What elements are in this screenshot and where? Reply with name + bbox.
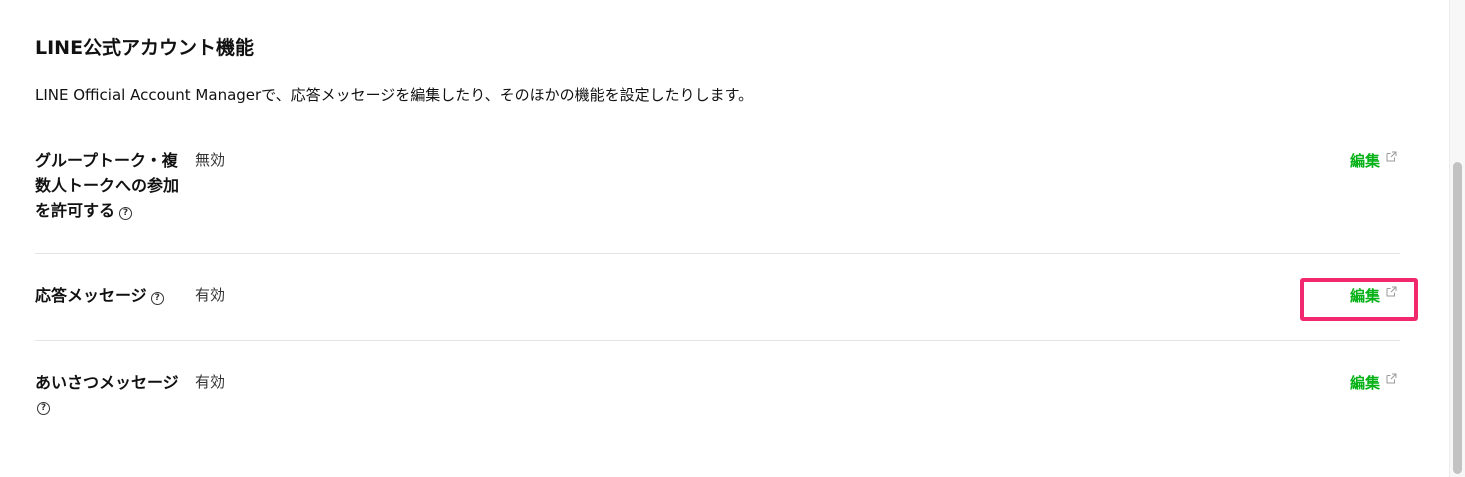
setting-label-text: 応答メッセージ <box>35 286 147 305</box>
row-divider <box>35 340 1400 341</box>
setting-label-line: グループトーク・複 <box>35 151 178 170</box>
setting-value-greeting: 有効 <box>195 373 226 391</box>
setting-label-line: 数人トークへの参加 <box>35 176 180 195</box>
edit-link-group-talk[interactable]: 編集 <box>1350 148 1397 173</box>
setting-label-line: を許可する <box>35 201 116 220</box>
setting-label-greeting: あいさつメッセージ ? <box>35 370 195 415</box>
question-circle-icon[interactable]: ? <box>37 402 50 415</box>
question-circle-icon[interactable]: ? <box>150 292 164 305</box>
setting-label-text: あいさつメッセージ <box>35 373 179 392</box>
edit-link-label: 編集 <box>1349 152 1380 170</box>
setting-value-auto-reply: 有効 <box>195 286 226 304</box>
question-circle-icon[interactable]: ? <box>119 207 133 220</box>
edit-link-greeting[interactable]: 編集 <box>1350 370 1397 395</box>
highlight-box <box>1300 278 1418 321</box>
scrollbar-thumb[interactable] <box>1453 162 1462 474</box>
row-divider <box>35 253 1400 254</box>
setting-label-group-talk: グループトーク・複 数人トークへの参加 を許可する? <box>35 148 183 223</box>
setting-value-group-talk: 無効 <box>195 151 226 169</box>
section-title: LINE公式アカウント機能 <box>35 37 255 59</box>
edit-link-label: 編集 <box>1349 374 1380 392</box>
external-link-icon <box>1386 373 1397 384</box>
section-description: LINE Official Account Managerで、応答メッセージを編… <box>35 86 754 104</box>
external-link-icon <box>1386 151 1397 162</box>
setting-label-auto-reply: 応答メッセージ? <box>35 283 205 308</box>
